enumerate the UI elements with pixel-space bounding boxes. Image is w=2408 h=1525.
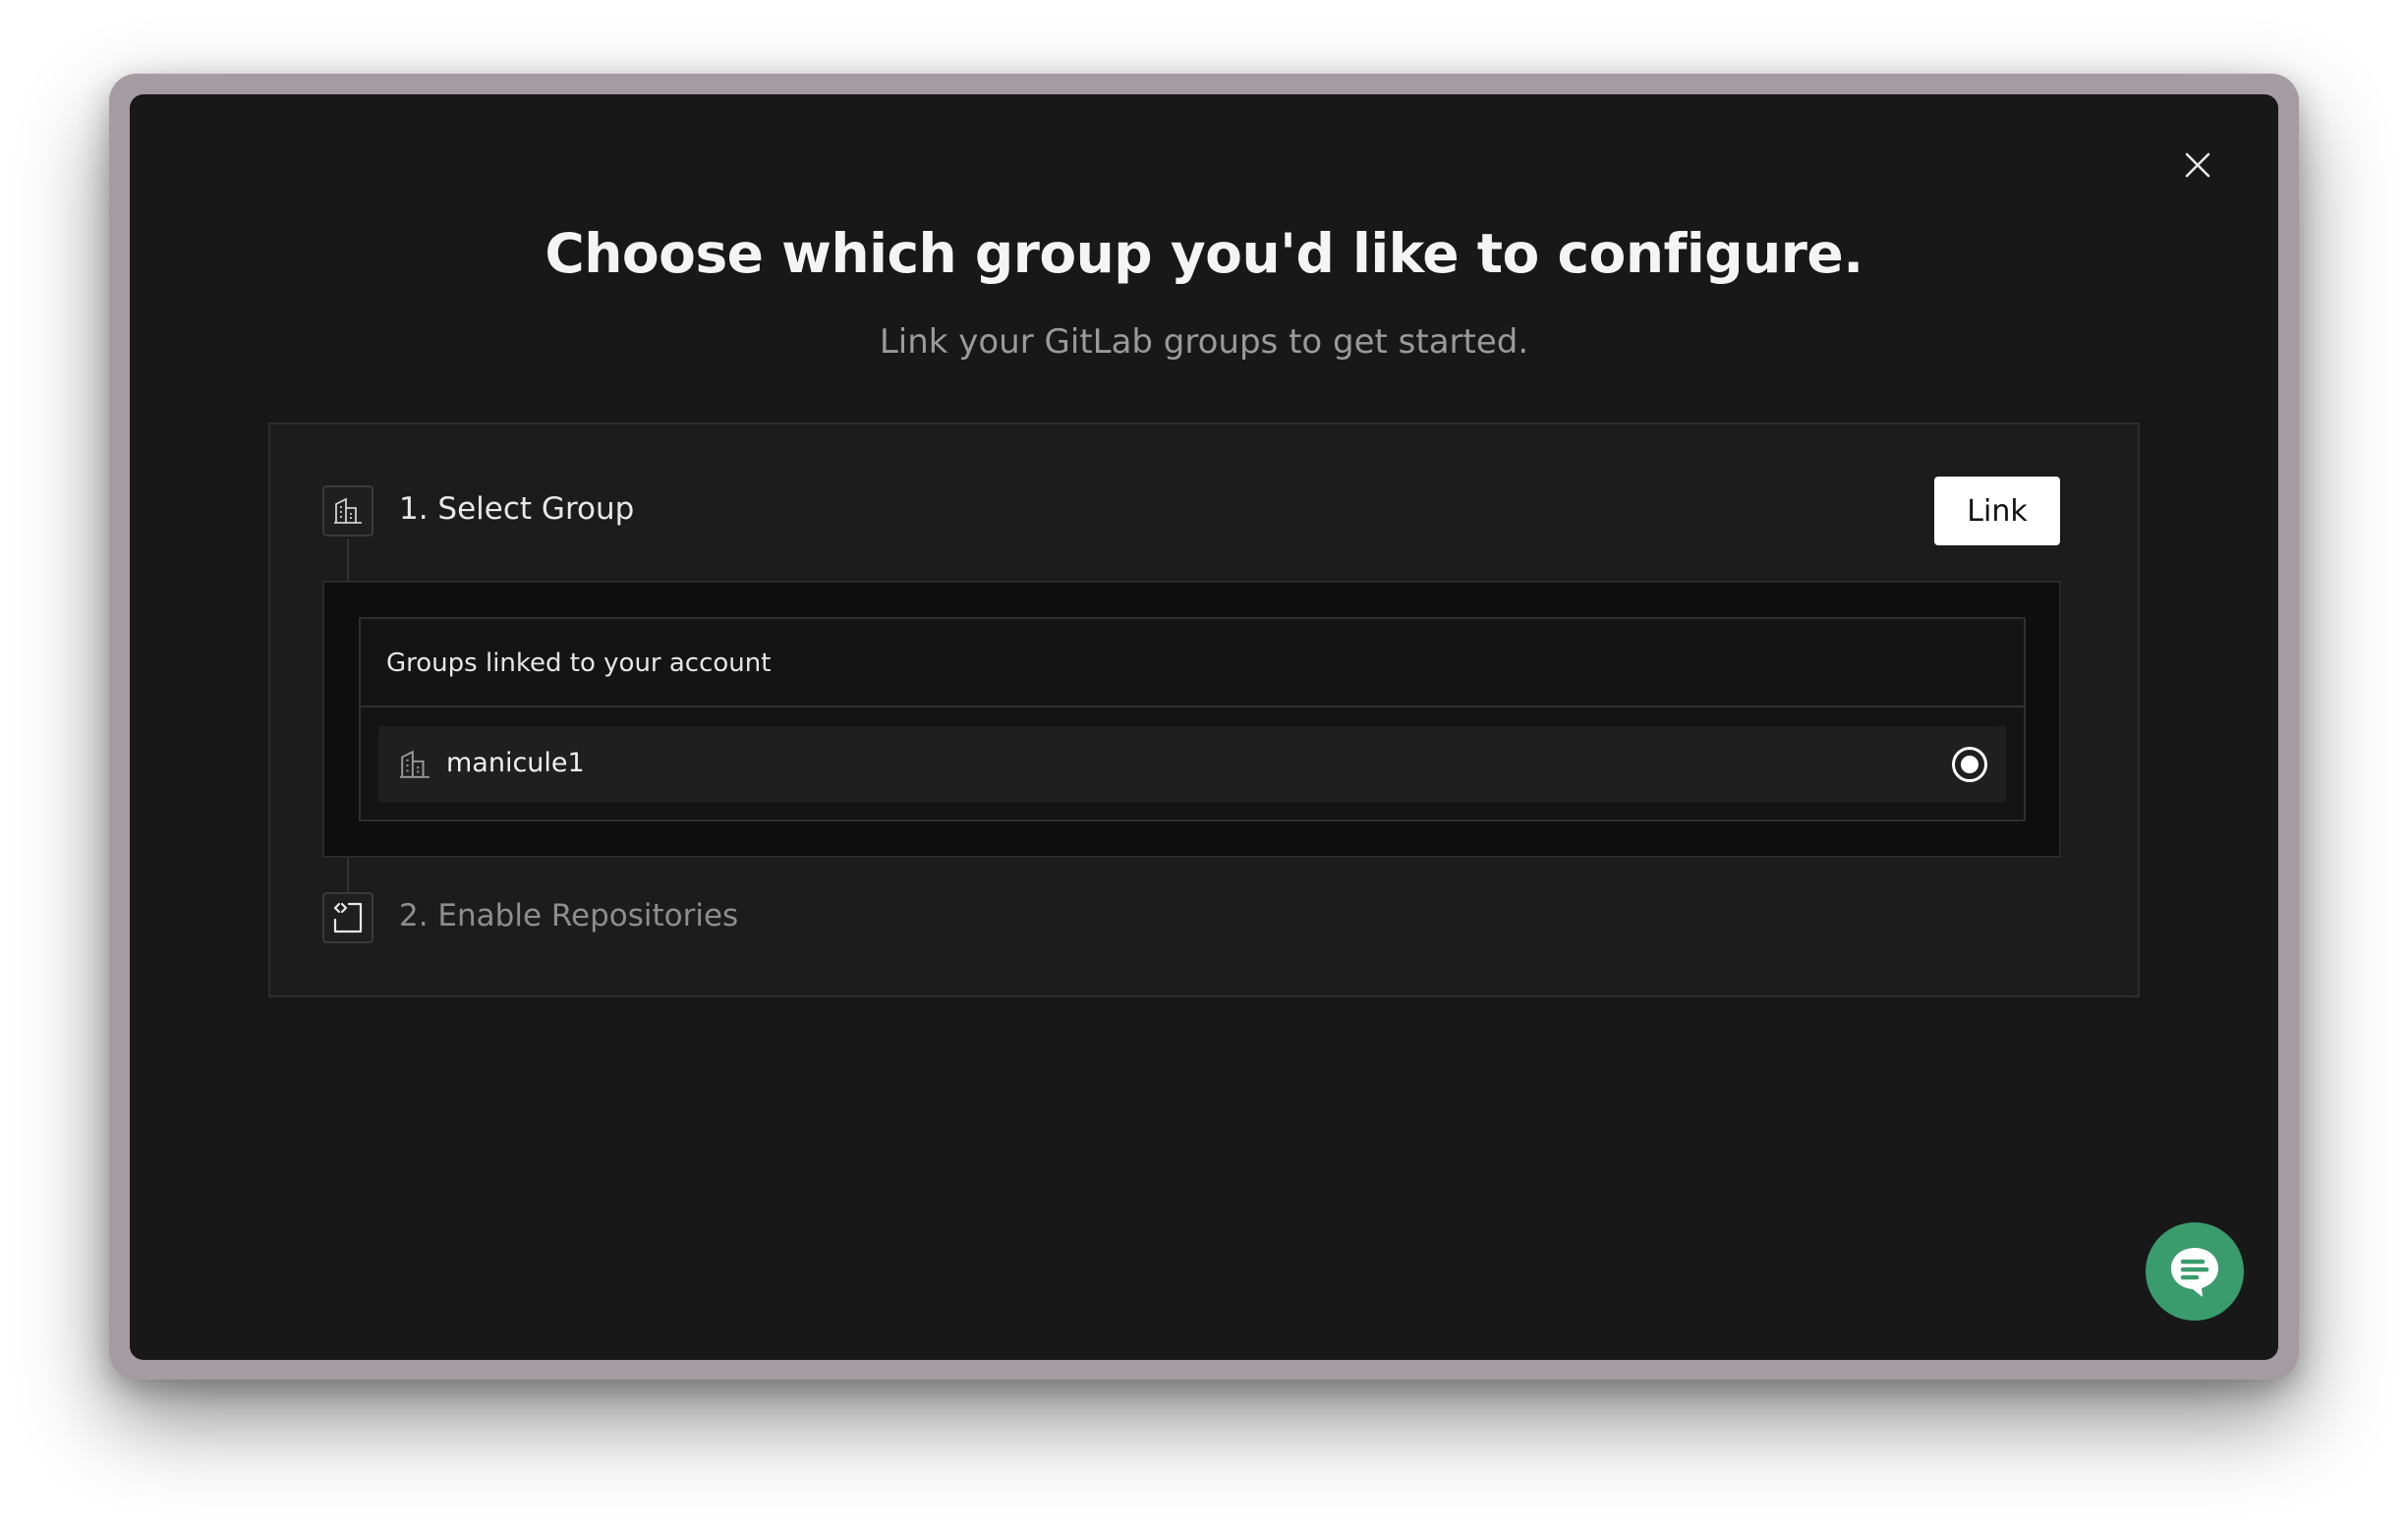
modal-subtitle: Link your GitLab groups to get started. bbox=[879, 322, 1529, 362]
building-icon bbox=[334, 497, 362, 524]
step-connector bbox=[347, 538, 349, 581]
link-button[interactable]: Link bbox=[1934, 477, 2060, 545]
chat-icon bbox=[2171, 1248, 2218, 1297]
code-file-icon bbox=[333, 902, 363, 933]
building-icon bbox=[400, 750, 430, 778]
step-2-label: 2. Enable Repositories bbox=[399, 898, 739, 933]
groups-list-header: Groups linked to your account bbox=[386, 649, 772, 678]
step-2-icon-box bbox=[322, 892, 373, 943]
group-radio-selected[interactable] bbox=[1952, 747, 1987, 782]
group-name: manicule1 bbox=[446, 748, 585, 778]
chat-button[interactable] bbox=[2146, 1222, 2244, 1321]
step-1-label: 1. Select Group bbox=[399, 491, 635, 527]
close-button[interactable] bbox=[2173, 141, 2222, 190]
step-1-icon-box bbox=[322, 485, 373, 537]
modal-title: Choose which group you'd like to configu… bbox=[545, 222, 1863, 285]
radio-dot bbox=[1961, 756, 1978, 773]
close-icon bbox=[2185, 152, 2210, 178]
groups-divider bbox=[361, 706, 2024, 707]
group-row[interactable] bbox=[378, 726, 2006, 803]
